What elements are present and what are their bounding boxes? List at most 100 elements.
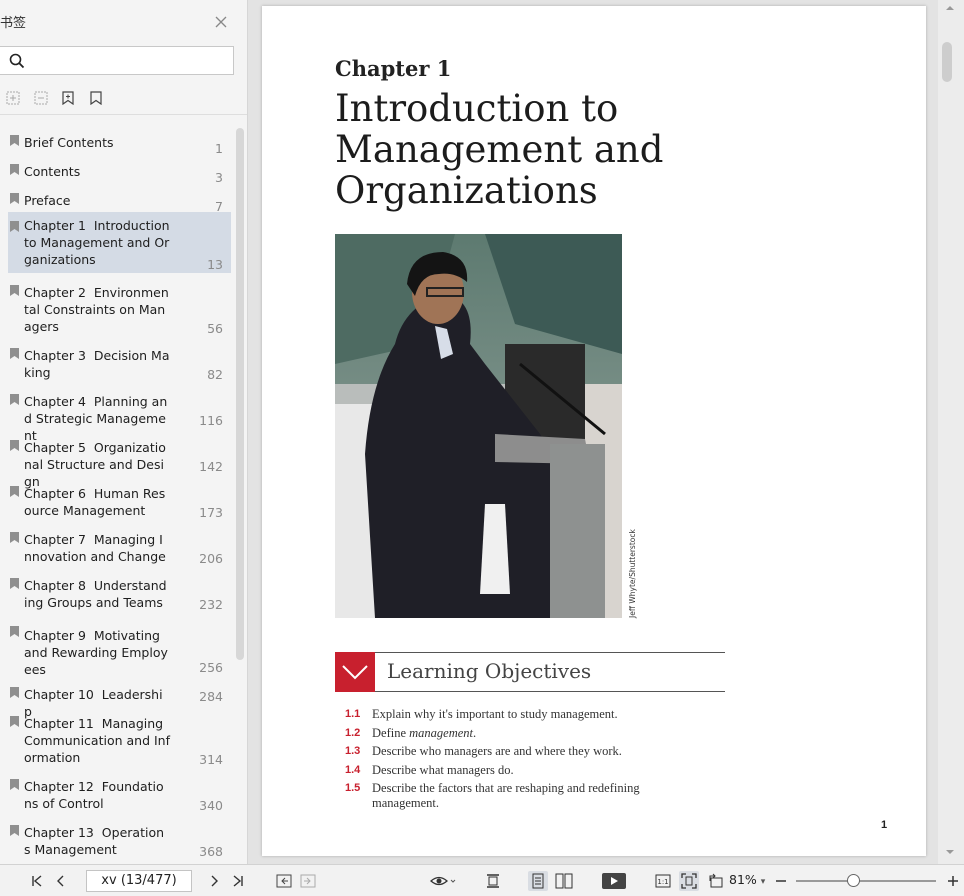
last-page-icon[interactable] [228,871,248,891]
bookmark-label: Preface [24,193,71,208]
page-number-field[interactable]: xv (13/477) [86,870,192,892]
bookmark-icon [10,193,19,204]
photo-credit: Jeff Whyte/Shutterstock [628,529,637,618]
bookmark-page: 368 [199,844,223,859]
bookmark-item-chapter-13[interactable]: Chapter 13 Operations Management 368 [8,820,231,859]
learning-objectives-heading: Learning Objectives [387,659,592,683]
bookmark-item-chapter-10[interactable]: Chapter 10 Leadership 284 [8,682,231,719]
forward-view-icon[interactable] [298,871,318,891]
bookmark-page: 82 [207,367,223,382]
actual-size-icon[interactable]: 1:1 [653,871,673,891]
objective-number: 1.1 [345,708,361,720]
bookmark-item-chapter-5[interactable]: Chapter 5 Organizational Structure and D… [8,435,231,489]
chapter-kicker: Chapter 1 [335,56,452,81]
objective-text: Describe what managers do. [372,763,514,777]
document-view: Chapter 1 Introduction to Management and… [248,0,938,864]
bookmark-icon [10,626,19,637]
learning-objectives-icon [335,652,375,692]
objective-number: 1.3 [345,745,361,757]
bookmark-item-chapter-4[interactable]: Chapter 4 Planning and Strategic Managem… [8,389,231,443]
bookmark-icon [10,687,19,698]
bookmark-icon [10,348,19,359]
zoom-out-icon[interactable] [771,871,791,891]
bookmark-page: 256 [199,660,223,675]
objective-text: Define management. [372,726,477,740]
bookmark-label: Chapter 7 Managing Innovation and Change [24,532,166,564]
zoom-slider-handle[interactable] [847,874,860,887]
scroll-up-icon[interactable] [945,4,955,12]
bookmark-item-chapter-6[interactable]: Chapter 6 Human Resource Management 173 [8,481,231,520]
rotate-icon[interactable] [706,871,726,891]
bookmark-page: 206 [199,551,223,566]
zoom-in-icon[interactable] [943,871,963,891]
bookmark-page: 340 [199,798,223,813]
zoom-level[interactable]: 81% ▾ [729,872,765,887]
bookmark-icon [10,486,19,497]
bookmark-item-chapter-1[interactable]: Chapter 1 Introduction to Management and… [8,212,231,273]
bookmark-item-contents[interactable]: Contents 3 [8,159,231,185]
bookmark-icon [10,440,19,451]
two-page-icon[interactable] [554,871,574,891]
bookmark-label: Chapter 8 Understanding Groups and Teams [24,578,167,610]
fit-page-icon[interactable] [483,871,503,891]
first-page-icon[interactable] [27,871,47,891]
bookmark-item-brief-contents[interactable]: Brief Contents 1 [8,130,231,156]
document-scrollbar[interactable] [938,0,964,864]
slideshow-icon[interactable] [601,871,627,891]
chapter-title: Introduction to Management and Organizat… [335,87,664,212]
bookmark-page: 116 [199,413,223,428]
bookmark-icon [10,285,19,296]
bookmark-item-chapter-12[interactable]: Chapter 12 Foundations of Control 340 [8,774,231,813]
bookmark-item-chapter-8[interactable]: Chapter 8 Understanding Groups and Teams… [8,573,231,612]
status-bar: xv (13/477) 1:1 81% ▾ [0,864,964,896]
bookmark-label: Chapter 3 Decision Making [24,348,170,380]
bookmark-icon [10,135,19,146]
bookmark-page: 314 [199,752,223,767]
divider [375,691,725,692]
divider [375,652,725,653]
bookmark-page: 3 [215,170,223,185]
bookmark-label: Chapter 12 Foundations of Control [24,779,164,811]
bookmark-page: 173 [199,505,223,520]
zoom-slider[interactable] [796,880,936,882]
scroll-down-icon[interactable] [945,848,955,856]
bookmark-icon [10,221,19,232]
bookmark-icon [10,394,19,405]
bookmark-item-chapter-9[interactable]: Chapter 9 Motivating and Rewarding Emplo… [8,621,231,677]
bookmark-label: Chapter 2 Environmental Constraints on M… [24,285,169,334]
chapter-photo [335,234,622,618]
bookmark-item-chapter-3[interactable]: Chapter 3 Decision Making 82 [8,343,231,382]
bookmark-list: Brief Contents 1 Contents 3 Preface 7 Ch… [0,0,236,864]
sidebar-scrollbar[interactable] [236,128,244,660]
objective-text: Describe the factors that are reshaping … [372,781,640,810]
objective-text: Describe who managers are and where they… [372,744,622,758]
bookmark-sidebar: 书签 Brief Contents 1 Contents 3 Preface 7… [0,0,248,864]
bookmark-icon [10,779,19,790]
svg-text:1:1: 1:1 [657,878,668,886]
bookmark-page: 56 [207,321,223,336]
bookmark-item-preface[interactable]: Preface 7 [8,188,231,214]
objective-text: Explain why it's important to study mana… [372,707,618,721]
bookmark-page: 142 [199,459,223,474]
bookmark-label: Chapter 1 Introduction to Management and… [24,218,174,267]
back-view-icon[interactable] [274,871,294,891]
bookmark-item-chapter-2[interactable]: Chapter 2 Environmental Constraints on M… [8,280,231,336]
bookmark-page: 232 [199,597,223,612]
bookmark-label: Contents [24,164,81,179]
scrollbar-thumb[interactable] [942,42,952,82]
fit-width-icon[interactable] [679,871,699,891]
previous-page-icon[interactable] [51,871,71,891]
bookmark-page: 284 [199,689,223,704]
bookmark-item-chapter-11[interactable]: Chapter 11 Managing Communication and In… [8,711,231,767]
eye-protection-icon[interactable] [428,871,458,891]
bookmark-page: 1 [215,141,223,156]
single-page-icon[interactable] [528,871,548,891]
bookmark-label: Chapter 6 Human Resource Management [24,486,166,518]
bookmark-item-chapter-7[interactable]: Chapter 7 Managing Innovation and Change… [8,527,231,566]
bookmark-icon [10,716,19,727]
next-page-icon[interactable] [204,871,224,891]
bookmark-icon [10,164,19,175]
bookmark-label: Chapter 9 Motivating and Rewarding Emplo… [24,628,168,677]
objective-number: 1.5 [345,782,361,794]
document-page: Chapter 1 Introduction to Management and… [262,6,926,856]
